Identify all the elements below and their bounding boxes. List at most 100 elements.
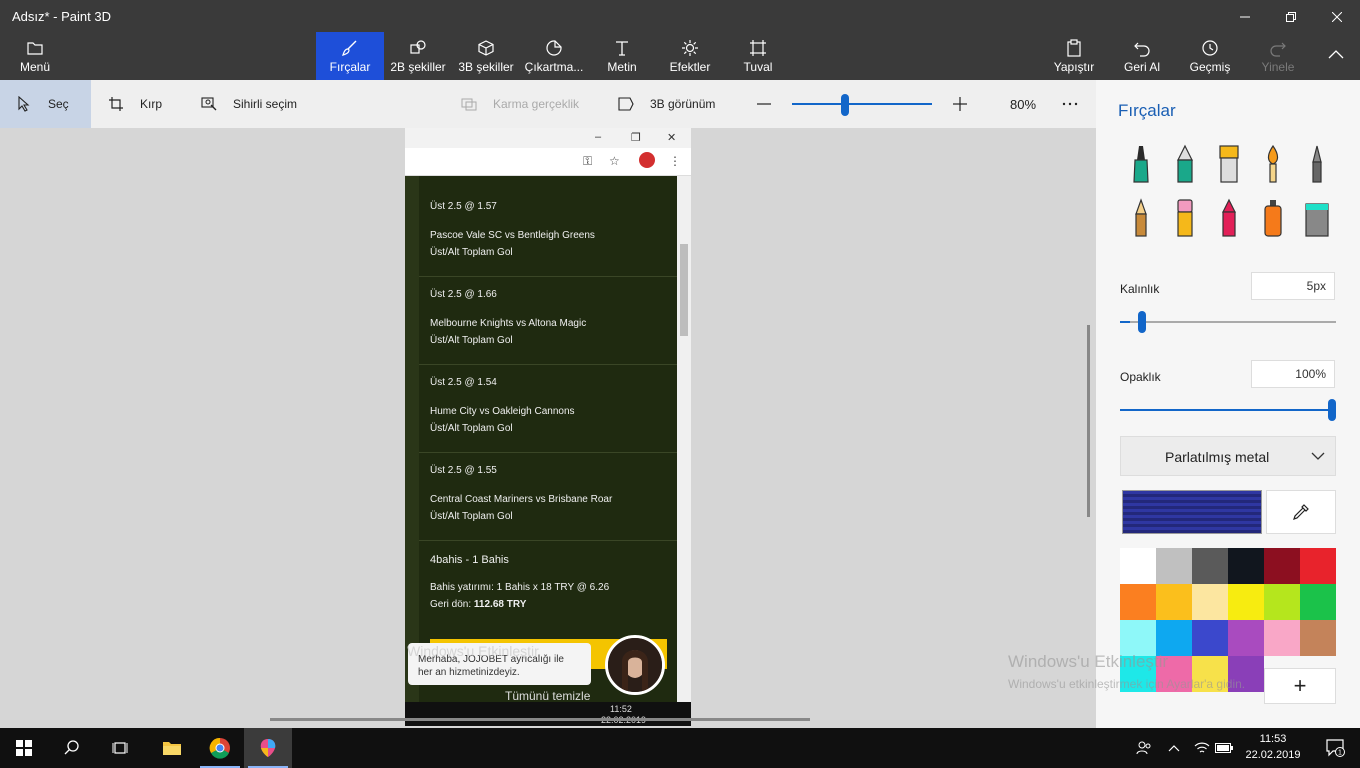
collapse-ribbon-button[interactable] bbox=[1320, 32, 1352, 80]
color-swatch[interactable] bbox=[1228, 620, 1264, 656]
brush-icon bbox=[342, 40, 357, 56]
color-swatch[interactable] bbox=[1228, 548, 1264, 584]
folder-icon bbox=[27, 41, 43, 55]
magic-select-tool[interactable]: Sihirli seçim bbox=[201, 80, 297, 128]
pasted-screenshot[interactable]: – ❐ ✕ ⚿ ☆ ⋮ Üst 2.5 @ 1.57 Pascoe Vale S… bbox=[405, 128, 691, 726]
battery-icon bbox=[1215, 743, 1233, 753]
canvas-horizontal-scrollbar[interactable] bbox=[270, 718, 810, 721]
menu-button[interactable]: Menü bbox=[10, 32, 60, 80]
color-swatch[interactable] bbox=[1300, 620, 1336, 656]
tab-brushes[interactable]: Fırçalar bbox=[316, 32, 384, 80]
tab-2d-shapes[interactable]: 2B şekiller bbox=[386, 32, 450, 80]
3d-view-icon bbox=[618, 97, 634, 111]
restore-button[interactable] bbox=[1268, 2, 1314, 32]
windows-logo-icon bbox=[16, 740, 32, 756]
spray-can-icon[interactable] bbox=[1258, 198, 1288, 238]
opacity-label: Opaklık bbox=[1120, 370, 1161, 384]
3d-view-toggle[interactable]: 3B görünüm bbox=[618, 80, 715, 128]
zoom-slider-track[interactable] bbox=[792, 103, 932, 105]
finish-dropdown[interactable]: Parlatılmış metal bbox=[1120, 436, 1336, 476]
pixel-pen-icon[interactable] bbox=[1302, 144, 1332, 184]
calligraphy-pen-icon[interactable] bbox=[1170, 144, 1200, 184]
tab-text[interactable]: Metin bbox=[594, 32, 650, 80]
opacity-slider-thumb[interactable] bbox=[1328, 399, 1336, 421]
color-swatch[interactable] bbox=[1120, 548, 1156, 584]
color-swatch[interactable] bbox=[1156, 620, 1192, 656]
crop-tool[interactable]: Kırp bbox=[108, 80, 162, 128]
redo-button[interactable]: Yinele bbox=[1254, 32, 1302, 80]
shot-taskbar: 11:52 22.02.2019 bbox=[405, 702, 691, 726]
tab-canvas[interactable]: Tuval bbox=[730, 32, 786, 80]
plus-icon bbox=[953, 97, 967, 111]
color-swatch[interactable] bbox=[1264, 548, 1300, 584]
color-swatch[interactable] bbox=[1156, 584, 1192, 620]
start-button[interactable] bbox=[0, 728, 48, 768]
marker-brush-icon[interactable] bbox=[1126, 144, 1156, 184]
restore-icon bbox=[1286, 12, 1296, 22]
color-swatch[interactable] bbox=[1228, 584, 1264, 620]
zoom-out-button[interactable] bbox=[756, 80, 788, 128]
oil-brush-icon[interactable] bbox=[1214, 144, 1244, 184]
color-swatch[interactable] bbox=[1300, 548, 1336, 584]
redo-icon bbox=[1270, 42, 1286, 57]
fill-bucket-icon[interactable] bbox=[1302, 198, 1332, 238]
tab-stickers[interactable]: Çıkartma... bbox=[522, 32, 586, 80]
paint3d-button[interactable] bbox=[244, 728, 292, 768]
eraser-icon[interactable] bbox=[1170, 198, 1200, 238]
panel-title: Fırçalar bbox=[1118, 101, 1176, 120]
color-swatch[interactable] bbox=[1192, 584, 1228, 620]
pencil-icon[interactable] bbox=[1126, 198, 1156, 238]
chat-avatar bbox=[605, 635, 665, 695]
task-view-button[interactable] bbox=[96, 728, 144, 768]
thickness-input[interactable]: 5px bbox=[1251, 272, 1335, 300]
color-swatch[interactable] bbox=[1264, 620, 1300, 656]
add-color-button[interactable]: + bbox=[1264, 668, 1336, 704]
zoom-slider-thumb[interactable] bbox=[841, 94, 850, 116]
color-swatch[interactable] bbox=[1120, 620, 1156, 656]
history-button[interactable]: Geçmiş bbox=[1186, 32, 1234, 80]
tab-effects[interactable]: Efektler bbox=[662, 32, 718, 80]
color-swatch[interactable] bbox=[1264, 584, 1300, 620]
canvas-vertical-scrollbar[interactable] bbox=[1087, 325, 1090, 517]
select-tool[interactable]: Seç bbox=[0, 80, 91, 128]
window-title: Adsız* - Paint 3D bbox=[12, 9, 111, 24]
watermark-subtitle: Windows'u etkinleştirmek için Ayarlar'a … bbox=[1008, 677, 1246, 691]
eyedropper-icon bbox=[1293, 504, 1309, 520]
color-swatch[interactable] bbox=[1300, 584, 1336, 620]
thickness-label: Kalınlık bbox=[1120, 282, 1160, 296]
more-options-button[interactable] bbox=[1062, 80, 1094, 128]
history-icon bbox=[1202, 39, 1218, 56]
undo-button[interactable]: Geri Al bbox=[1118, 32, 1166, 80]
thickness-slider-thumb[interactable] bbox=[1138, 311, 1146, 333]
color-swatch[interactable] bbox=[1156, 548, 1192, 584]
opacity-input[interactable]: 100% bbox=[1251, 360, 1335, 388]
brushes-panel: Fırçalar Kalınlık 5px Opaklık 100% Parla… bbox=[1096, 80, 1360, 728]
color-swatch[interactable] bbox=[1192, 548, 1228, 584]
minus-icon bbox=[757, 103, 771, 105]
summary-title: 4bahis - 1 Bahis bbox=[430, 554, 509, 566]
bet-match: Melbourne Knights vs Altona Magic bbox=[430, 318, 587, 329]
eyedropper-button[interactable] bbox=[1266, 490, 1336, 534]
search-button[interactable] bbox=[48, 728, 96, 768]
crayon-icon[interactable] bbox=[1214, 198, 1244, 238]
color-swatch[interactable] bbox=[1120, 584, 1156, 620]
current-color-swatch[interactable] bbox=[1122, 490, 1262, 534]
color-swatch[interactable] bbox=[1192, 620, 1228, 656]
battery-button[interactable] bbox=[1210, 728, 1238, 768]
bet-market: Üst/Alt Toplam Gol bbox=[430, 247, 513, 258]
watercolor-icon[interactable] bbox=[1258, 144, 1288, 184]
paste-button[interactable]: Yapıştır bbox=[1050, 32, 1098, 80]
minimize-button[interactable] bbox=[1222, 2, 1268, 32]
action-center-button[interactable]: 1 bbox=[1312, 728, 1360, 768]
mixed-reality-tool[interactable]: Karma gerçeklik bbox=[461, 80, 579, 128]
chrome-button[interactable] bbox=[196, 728, 244, 768]
show-hidden-icons-button[interactable] bbox=[1160, 728, 1188, 768]
search-icon bbox=[64, 740, 79, 755]
thickness-slider-track[interactable] bbox=[1120, 321, 1336, 323]
close-button[interactable] bbox=[1314, 2, 1360, 32]
shot-close-icon: ✕ bbox=[667, 132, 677, 144]
file-explorer-button[interactable] bbox=[148, 728, 196, 768]
zoom-in-button[interactable] bbox=[952, 80, 984, 128]
tab-3d-shapes[interactable]: 3B şekiller bbox=[454, 32, 518, 80]
taskbar-clock[interactable]: 11:53 22.02.2019 bbox=[1238, 731, 1308, 763]
